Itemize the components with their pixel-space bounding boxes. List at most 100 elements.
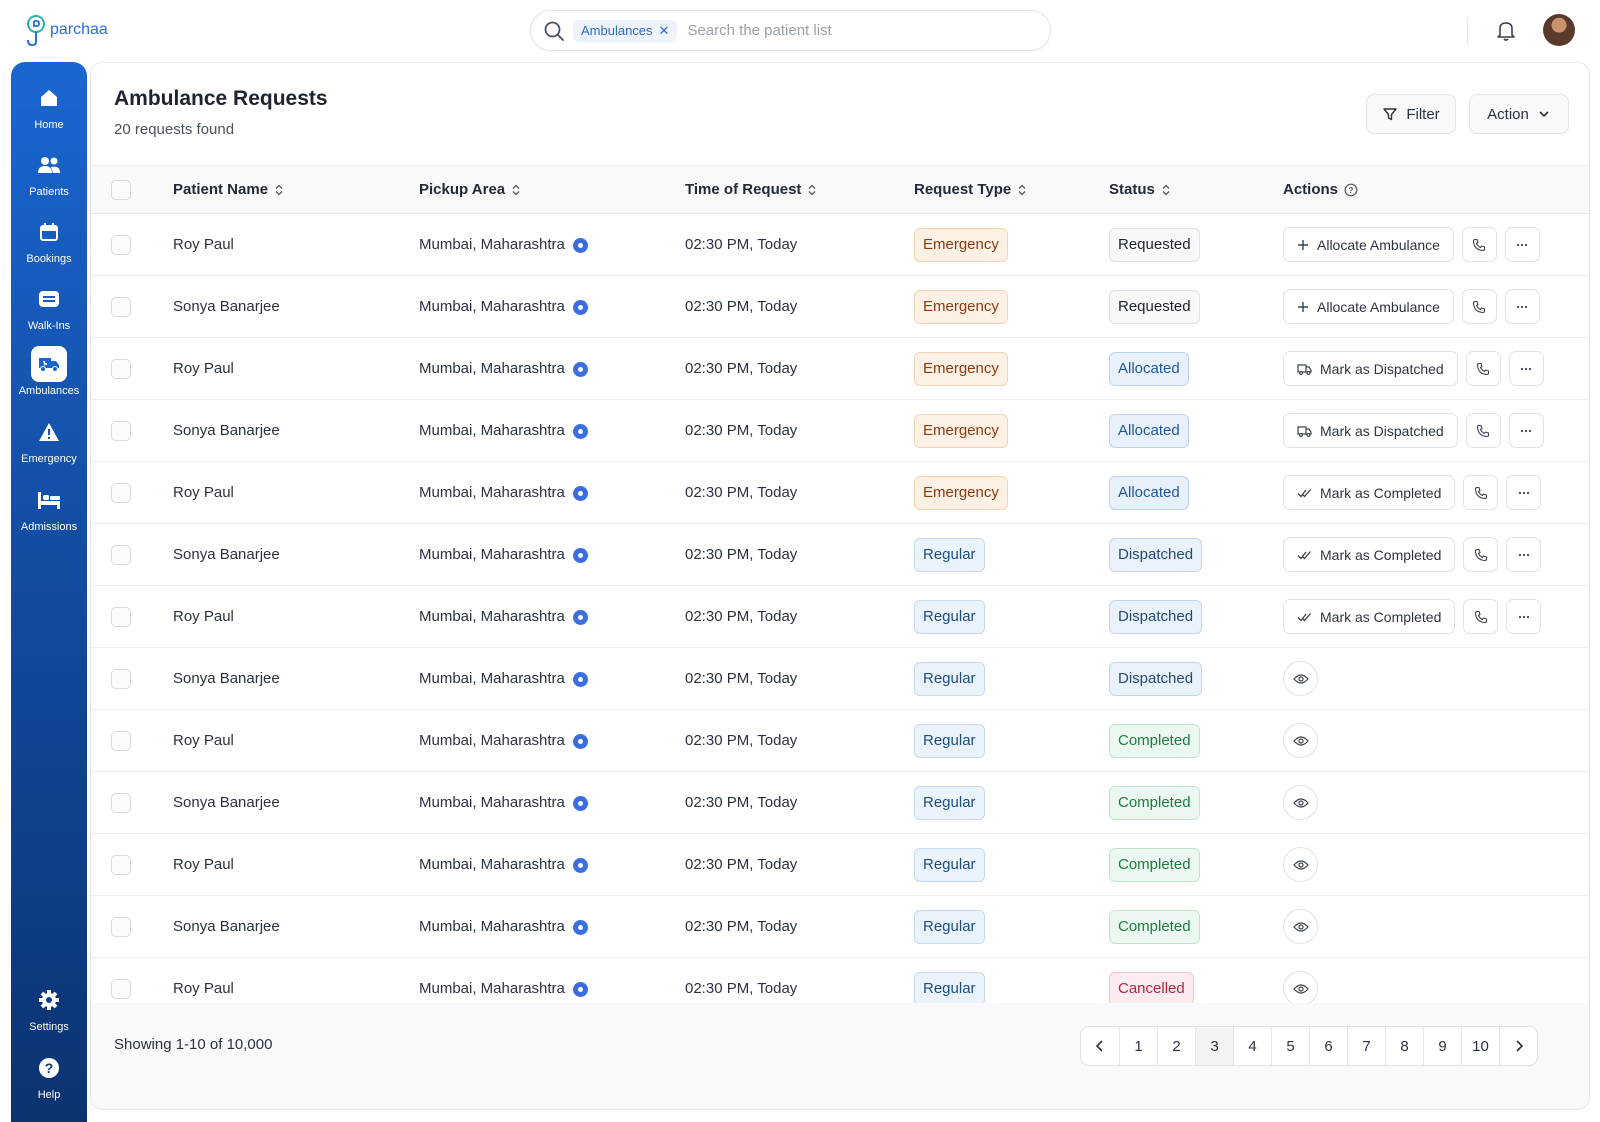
page-button[interactable]: 4 [1233, 1027, 1271, 1065]
more-options-button[interactable] [1506, 475, 1542, 510]
info-icon[interactable]: ? [1344, 183, 1358, 197]
select-all-checkbox[interactable] [111, 179, 131, 200]
logo[interactable]: parchaa [24, 14, 108, 46]
sidebar-item-admissions[interactable]: Admissions [11, 482, 87, 533]
table-row[interactable]: Roy Paul Mumbai, Maharashtra 02:30 PM, Tod… [91, 834, 1589, 896]
view-button[interactable] [1283, 847, 1318, 882]
page-button[interactable]: 7 [1347, 1027, 1385, 1065]
sidebar-item-patients[interactable]: Patients [11, 147, 87, 198]
sidebar-item-home[interactable]: Home [11, 80, 87, 131]
call-button[interactable] [1461, 289, 1497, 324]
page-button[interactable]: 10 [1461, 1027, 1499, 1065]
prev-page-button[interactable] [1081, 1027, 1119, 1065]
table-row[interactable]: Roy Paul Mumbai, Maharashtra 02:30 PM, Tod… [91, 214, 1589, 276]
sidebar-item-walk-ins[interactable]: Walk-Ins [11, 281, 87, 332]
eye-icon [1292, 797, 1309, 808]
row-primary-action-button[interactable]: Allocate Ambulance [1283, 289, 1454, 324]
page-button[interactable]: 1 [1119, 1027, 1157, 1065]
sidebar-item-ambulances[interactable]: Ambulances [11, 346, 87, 397]
table-row[interactable]: Sonya Banarjee Mumbai, Maharashtra 02:30 P… [91, 524, 1589, 586]
sidebar-item-emergency[interactable]: Emergency [11, 414, 87, 465]
user-avatar[interactable] [1543, 14, 1575, 46]
call-button[interactable] [1463, 537, 1499, 572]
more-options-button[interactable] [1506, 537, 1542, 572]
table-row[interactable]: Sonya Banarjee Mumbai, Maharashtra 02:30 P… [91, 276, 1589, 338]
table-row[interactable]: Sonya Banarjee Mumbai, Maharashtra 02:30 P… [91, 896, 1589, 958]
sidebar-item-label: Walk-Ins [27, 320, 71, 332]
column-header-pickup-area[interactable]: Pickup Area [419, 166, 685, 214]
sidebar-item-bookings[interactable]: Bookings [11, 214, 87, 265]
table-row[interactable]: Roy Paul Mumbai, Maharashtra 02:30 PM, Tod… [91, 710, 1589, 772]
call-button[interactable] [1463, 599, 1499, 634]
row-primary-action-button[interactable]: Allocate Ambulance [1283, 227, 1454, 262]
page-button[interactable]: 8 [1385, 1027, 1423, 1065]
table-row[interactable]: Sonya Banarjee Mumbai, Maharashtra 02:30 P… [91, 648, 1589, 710]
table-row[interactable]: Roy Paul Mumbai, Maharashtra 02:30 PM, Tod… [91, 338, 1589, 400]
row-checkbox[interactable] [111, 668, 131, 689]
search-input[interactable] [687, 22, 988, 39]
sidebar-item-help[interactable]: ? Help [11, 1050, 87, 1101]
time-cell: 02:30 PM, Today [685, 670, 798, 687]
column-header-time[interactable]: Time of Request [685, 166, 914, 214]
view-button[interactable] [1283, 909, 1318, 944]
status-cell: Dispatched [1109, 648, 1283, 710]
more-icon [1517, 305, 1528, 308]
row-checkbox[interactable] [111, 606, 131, 627]
row-checkbox[interactable] [111, 296, 131, 317]
more-options-button[interactable] [1504, 289, 1540, 324]
call-button[interactable] [1463, 475, 1499, 510]
row-checkbox[interactable] [111, 420, 131, 441]
row-checkbox[interactable] [111, 916, 131, 937]
notification-bell-icon[interactable] [1494, 18, 1518, 47]
time-cell: 02:30 PM, Today [685, 484, 798, 501]
search-bar[interactable]: Ambulances ✕ [530, 10, 1051, 51]
page-button[interactable]: 5 [1271, 1027, 1309, 1065]
filter-icon [1383, 108, 1398, 121]
column-header-patient-name[interactable]: Patient Name [173, 166, 419, 214]
column-header-request-type[interactable]: Request Type [914, 166, 1109, 214]
view-button[interactable] [1283, 971, 1318, 1006]
row-primary-action-button[interactable]: Mark as Completed [1283, 475, 1456, 510]
call-button[interactable] [1465, 351, 1501, 386]
more-options-button[interactable] [1506, 599, 1542, 634]
call-button[interactable] [1461, 227, 1497, 262]
page-button[interactable]: 9 [1423, 1027, 1461, 1065]
view-button[interactable] [1283, 661, 1318, 696]
table-row[interactable]: Sonya Banarjee Mumbai, Maharashtra 02:30 P… [91, 772, 1589, 834]
action-dropdown[interactable]: Action [1469, 94, 1569, 134]
more-options-button[interactable] [1508, 413, 1544, 448]
next-page-button[interactable] [1499, 1027, 1537, 1065]
page-button[interactable]: 3 [1195, 1027, 1233, 1065]
row-primary-action-button[interactable]: Mark as Dispatched [1283, 413, 1458, 448]
ambulance-icon [31, 346, 67, 382]
view-button[interactable] [1283, 723, 1318, 758]
row-primary-action-button[interactable]: Mark as Completed [1283, 599, 1456, 634]
view-button[interactable] [1283, 785, 1318, 820]
table-row[interactable]: Roy Paul Mumbai, Maharashtra 02:30 PM, Tod… [91, 462, 1589, 524]
request-type-cell: Regular [914, 524, 1109, 586]
location-pin-icon [572, 485, 588, 501]
chip-close-icon[interactable]: ✕ [659, 23, 670, 39]
column-header-status[interactable]: Status [1109, 166, 1283, 214]
more-options-button[interactable] [1504, 227, 1540, 262]
more-options-button[interactable] [1508, 351, 1544, 386]
row-checkbox[interactable] [111, 730, 131, 751]
row-checkbox[interactable] [111, 978, 131, 999]
row-select-cell [91, 462, 173, 524]
row-checkbox[interactable] [111, 544, 131, 565]
filter-button[interactable]: Filter [1366, 94, 1456, 134]
page-button[interactable]: 2 [1157, 1027, 1195, 1065]
row-checkbox[interactable] [111, 482, 131, 503]
page-button[interactable]: 6 [1309, 1027, 1347, 1065]
row-primary-action-button[interactable]: Mark as Dispatched [1283, 351, 1458, 386]
row-select-cell [91, 772, 173, 834]
row-primary-action-button[interactable]: Mark as Completed [1283, 537, 1456, 572]
row-checkbox[interactable] [111, 234, 131, 255]
sidebar-item-settings[interactable]: Settings [11, 982, 87, 1033]
table-row[interactable]: Sonya Banarjee Mumbai, Maharashtra 02:30 P… [91, 400, 1589, 462]
row-checkbox[interactable] [111, 854, 131, 875]
row-checkbox[interactable] [111, 792, 131, 813]
row-checkbox[interactable] [111, 358, 131, 379]
call-button[interactable] [1465, 413, 1501, 448]
table-row[interactable]: Roy Paul Mumbai, Maharashtra 02:30 PM, Tod… [91, 586, 1589, 648]
